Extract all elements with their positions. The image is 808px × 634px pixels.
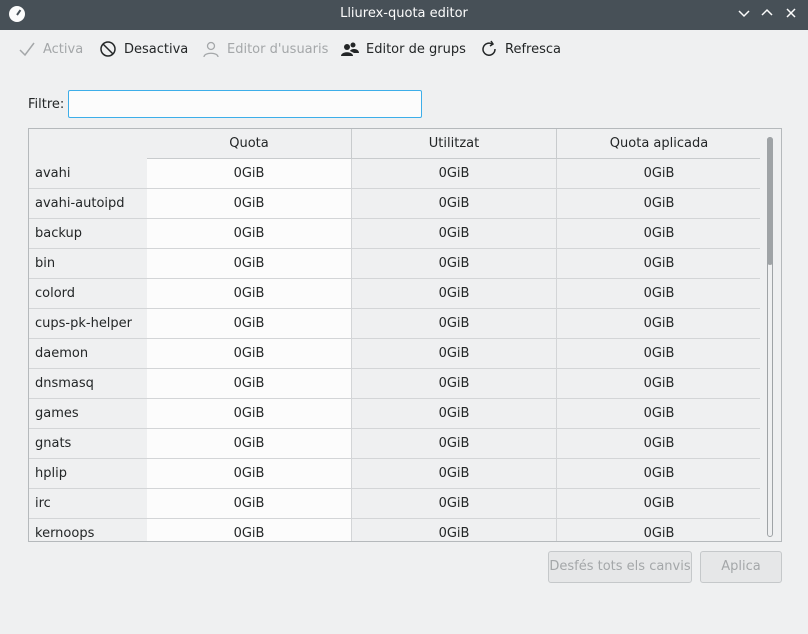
toolbar: Activa Desactiva Editor d'usuaris Editor…: [0, 30, 808, 68]
table-row[interactable]: kernoops 0GiB 0GiB 0GiB: [29, 519, 761, 541]
applied-quota-cell: 0GiB: [557, 489, 761, 519]
row-name-cell: gnats: [29, 429, 147, 459]
table-row[interactable]: avahi-autoipd 0GiB 0GiB 0GiB: [29, 189, 761, 219]
row-name-cell: cups-pk-helper: [29, 309, 147, 339]
deactivate-label: Desactiva: [124, 41, 189, 57]
group-icon: [341, 42, 359, 56]
quota-cell[interactable]: 0GiB: [147, 399, 352, 429]
apply-button[interactable]: Aplica: [700, 551, 782, 583]
quota-cell[interactable]: 0GiB: [147, 429, 352, 459]
refresh-label: Refresca: [505, 41, 561, 57]
refresh-icon: [482, 40, 496, 56]
table-row[interactable]: games 0GiB 0GiB 0GiB: [29, 399, 761, 429]
user-editor-button[interactable]: Editor d'usuaris: [202, 30, 328, 68]
used-cell: 0GiB: [352, 339, 557, 369]
table-row[interactable]: bin 0GiB 0GiB 0GiB: [29, 249, 761, 279]
table-row[interactable]: avahi 0GiB 0GiB 0GiB: [29, 159, 761, 189]
used-cell: 0GiB: [352, 249, 557, 279]
used-cell: 0GiB: [352, 399, 557, 429]
used-cell: 0GiB: [352, 309, 557, 339]
table-row[interactable]: colord 0GiB 0GiB 0GiB: [29, 279, 761, 309]
close-icon[interactable]: [781, 5, 801, 25]
quota-cell[interactable]: 0GiB: [147, 159, 352, 189]
used-cell: 0GiB: [352, 279, 557, 309]
used-cell: 0GiB: [352, 189, 557, 219]
row-name-cell: avahi: [29, 159, 147, 189]
row-name-cell: irc: [29, 489, 147, 519]
applied-quota-cell: 0GiB: [557, 459, 761, 489]
quota-table: Quota Utilitzat Quota aplicada avahi 0GiB…: [28, 128, 782, 542]
used-cell: 0GiB: [352, 459, 557, 489]
quota-cell[interactable]: 0GiB: [147, 249, 352, 279]
filter-label: Filtre:: [28, 97, 65, 112]
applied-quota-cell: 0GiB: [557, 219, 761, 249]
row-name-cell: dnsmasq: [29, 369, 147, 399]
quota-cell[interactable]: 0GiB: [147, 219, 352, 249]
title-bar[interactable]: Lliurex-quota editor: [0, 0, 808, 30]
scrollbar-handle[interactable]: [767, 137, 773, 265]
row-name-cell: hplip: [29, 459, 147, 489]
header-spacer: [29, 129, 147, 159]
row-name-cell: colord: [29, 279, 147, 309]
chevron-up-icon[interactable]: [757, 5, 777, 25]
used-cell: 0GiB: [352, 159, 557, 189]
main-window: Lliurex-quota editor Activa Desactiva Ed…: [0, 0, 808, 634]
window-title: Lliurex-quota editor: [340, 6, 468, 21]
activate-label: Activa: [43, 41, 84, 57]
table-row[interactable]: gnats 0GiB 0GiB 0GiB: [29, 429, 761, 459]
quota-cell[interactable]: 0GiB: [147, 339, 352, 369]
used-cell: 0GiB: [352, 369, 557, 399]
group-editor-label: Editor de grups: [366, 41, 466, 57]
table-row[interactable]: irc 0GiB 0GiB 0GiB: [29, 489, 761, 519]
applied-quota-cell: 0GiB: [557, 309, 761, 339]
quota-cell[interactable]: 0GiB: [147, 519, 352, 541]
activate-button[interactable]: Activa: [18, 30, 83, 68]
filter-input[interactable]: [68, 90, 422, 118]
row-name-cell: games: [29, 399, 147, 429]
chevron-down-icon[interactable]: [734, 5, 754, 25]
header-quota[interactable]: Quota: [147, 129, 352, 159]
quota-cell[interactable]: 0GiB: [147, 489, 352, 519]
applied-quota-cell: 0GiB: [557, 339, 761, 369]
deactivate-button[interactable]: Desactiva: [99, 30, 188, 68]
used-cell: 0GiB: [352, 429, 557, 459]
quota-cell[interactable]: 0GiB: [147, 459, 352, 489]
vertical-scrollbar[interactable]: [760, 129, 781, 541]
used-cell: 0GiB: [352, 519, 557, 541]
user-icon: [203, 41, 219, 58]
quota-cell[interactable]: 0GiB: [147, 279, 352, 309]
group-editor-button[interactable]: Editor de grups: [341, 30, 466, 68]
applied-quota-cell: 0GiB: [557, 189, 761, 219]
refresh-button[interactable]: Refresca: [480, 30, 561, 68]
quota-cell[interactable]: 0GiB: [147, 189, 352, 219]
header-applied-quota[interactable]: Quota aplicada: [557, 129, 761, 159]
quota-cell[interactable]: 0GiB: [147, 369, 352, 399]
header-used[interactable]: Utilitzat: [352, 129, 557, 159]
row-name-cell: backup: [29, 219, 147, 249]
checkmark-icon: [19, 42, 35, 57]
used-cell: 0GiB: [352, 219, 557, 249]
applied-quota-cell: 0GiB: [557, 279, 761, 309]
row-name-cell: avahi-autoipd: [29, 189, 147, 219]
table-row[interactable]: cups-pk-helper 0GiB 0GiB 0GiB: [29, 309, 761, 339]
applied-quota-cell: 0GiB: [557, 429, 761, 459]
used-cell: 0GiB: [352, 489, 557, 519]
table-row[interactable]: dnsmasq 0GiB 0GiB 0GiB: [29, 369, 761, 399]
table-row[interactable]: hplip 0GiB 0GiB 0GiB: [29, 459, 761, 489]
row-name-cell: daemon: [29, 339, 147, 369]
applied-quota-cell: 0GiB: [557, 519, 761, 541]
applied-quota-cell: 0GiB: [557, 399, 761, 429]
quota-cell[interactable]: 0GiB: [147, 309, 352, 339]
row-name-cell: kernoops: [29, 519, 147, 541]
applied-quota-cell: 0GiB: [557, 159, 761, 189]
row-name-cell: bin: [29, 249, 147, 279]
table-row[interactable]: daemon 0GiB 0GiB 0GiB: [29, 339, 761, 369]
applied-quota-cell: 0GiB: [557, 369, 761, 399]
table-row[interactable]: backup 0GiB 0GiB 0GiB: [29, 219, 761, 249]
prohibited-icon: [100, 41, 116, 57]
applied-quota-cell: 0GiB: [557, 249, 761, 279]
undo-all-button[interactable]: Desfés tots els canvis: [548, 551, 692, 583]
user-editor-label: Editor d'usuaris: [227, 41, 329, 57]
